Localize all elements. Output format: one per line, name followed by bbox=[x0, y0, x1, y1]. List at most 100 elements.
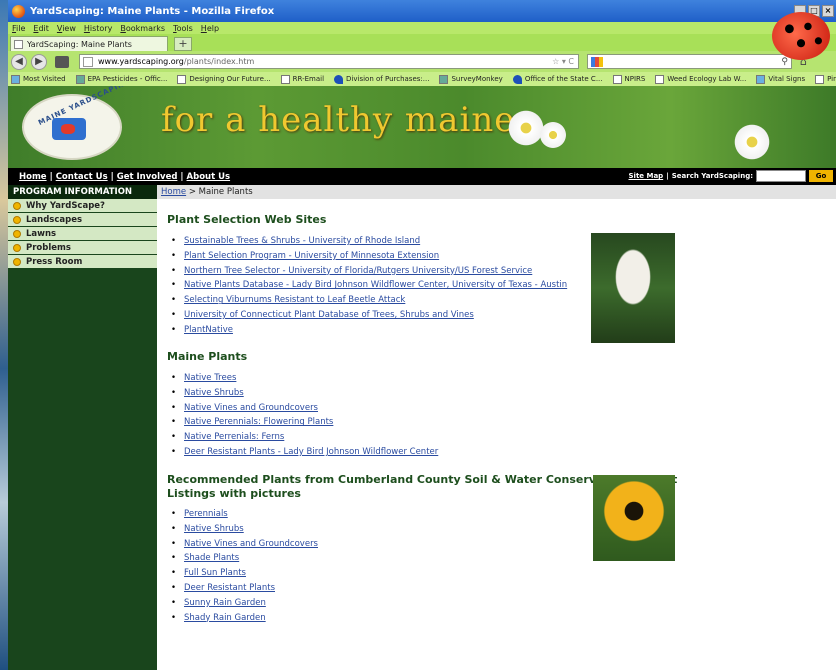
ladybug-theme-decoration bbox=[772, 12, 830, 60]
site-search-input[interactable] bbox=[756, 170, 806, 182]
site-map-link[interactable]: Site Map bbox=[629, 172, 664, 180]
search-bar[interactable]: ⚲ bbox=[587, 54, 792, 69]
firefox-icon bbox=[12, 4, 25, 18]
bookmark-epa[interactable]: EPA Pesticides - Offic... bbox=[75, 74, 167, 84]
list-item-link[interactable]: Native Vines and Groundcovers bbox=[183, 537, 318, 552]
print-icon[interactable] bbox=[55, 55, 69, 68]
sidebar: PROGRAM INFORMATION Why YardScape? Lands… bbox=[8, 185, 157, 670]
forward-button[interactable]: ▶ bbox=[31, 53, 47, 70]
nav-contact-link[interactable]: Contact Us bbox=[56, 172, 108, 182]
list-item-link[interactable]: Native Perennials: Flowering Plants bbox=[183, 415, 438, 430]
bookmarks-toolbar: Most Visited EPA Pesticides - Offic... D… bbox=[8, 72, 836, 86]
sidebar-item-label: Landscapes bbox=[26, 214, 83, 225]
menu-bookmarks[interactable]: Bookmarks bbox=[120, 24, 165, 33]
tab-strip: YardScaping: Maine Plants + bbox=[8, 34, 836, 51]
bookmark-rr-email[interactable]: RR-Email bbox=[280, 74, 325, 84]
bookmark-label: Weed Ecology Lab W... bbox=[667, 75, 747, 83]
list-item-link[interactable]: Plant Selection Program - University of … bbox=[183, 249, 567, 264]
window-title: YardScaping: Maine Plants - Mozilla Fire… bbox=[30, 5, 275, 17]
back-button[interactable]: ◀ bbox=[11, 53, 27, 70]
bookmark-label: RR-Email bbox=[292, 75, 325, 83]
menu-tools[interactable]: Tools bbox=[173, 24, 193, 33]
new-tab-button[interactable]: + bbox=[174, 37, 192, 51]
sidebar-item-problems[interactable]: Problems bbox=[8, 241, 157, 255]
bookmark-surveymonkey[interactable]: SurveyMonkey bbox=[439, 74, 503, 84]
banner-tagline: for a healthy maine bbox=[161, 100, 516, 140]
bookmark-label: NPIRS bbox=[624, 75, 646, 83]
menu-history[interactable]: History bbox=[84, 24, 112, 33]
bookmark-designing-future[interactable]: Designing Our Future... bbox=[177, 74, 271, 84]
sidebar-item-label: Press Room bbox=[26, 256, 83, 267]
epa-icon bbox=[75, 74, 85, 84]
menu-edit[interactable]: Edit bbox=[33, 24, 49, 33]
tab-label: YardScaping: Maine Plants bbox=[27, 39, 132, 49]
bookmark-weed-ecology[interactable]: Weed Ecology Lab W... bbox=[655, 74, 747, 84]
recommended-plants-links: Perennials Native Shrubs Native Vines an… bbox=[183, 507, 318, 625]
bookmark-label: Designing Our Future... bbox=[189, 75, 271, 83]
watering-can-icon bbox=[52, 118, 86, 140]
list-item-link[interactable]: Native Shrubs bbox=[183, 386, 438, 401]
white-flower-decoration bbox=[732, 122, 772, 162]
bookmark-most-visited[interactable]: Most Visited bbox=[11, 74, 66, 84]
bookmark-division-purchases[interactable]: Division of Purchases:... bbox=[334, 74, 429, 84]
bookmark-icon bbox=[612, 74, 622, 84]
google-icon[interactable] bbox=[591, 56, 603, 67]
navigation-bar: ◀ ▶ www.yardscaping.org/plants/index.htm… bbox=[8, 51, 836, 72]
list-item-link[interactable]: Deer Resistant Plants - Lady Bird Johnso… bbox=[183, 445, 438, 460]
url-controls[interactable]: ☆ ▾ C bbox=[552, 57, 578, 66]
list-item-link[interactable]: Native Trees bbox=[183, 371, 438, 386]
breadcrumb-home-link[interactable]: Home bbox=[161, 187, 186, 197]
sidebar-item-label: Why YardScape? bbox=[26, 200, 105, 211]
menu-help[interactable]: Help bbox=[201, 24, 219, 33]
list-item-link[interactable]: Northern Tree Selector - University of F… bbox=[183, 264, 567, 279]
bookmark-pine-pest[interactable]: Pine Pest Partners S bbox=[815, 74, 836, 84]
sidebar-item-label: Lawns bbox=[26, 228, 57, 239]
list-item-link[interactable]: Native Vines and Groundcovers bbox=[183, 401, 438, 416]
bookmark-label: Most Visited bbox=[23, 75, 66, 83]
maine-plants-links: Native Trees Native Shrubs Native Vines … bbox=[183, 371, 438, 460]
bookmark-icon bbox=[815, 74, 825, 84]
sidebar-item-landscapes[interactable]: Landscapes bbox=[8, 213, 157, 227]
list-item-link[interactable]: Native Perrenials: Ferns bbox=[183, 430, 438, 445]
list-item-link[interactable]: Full Sun Plants bbox=[183, 566, 318, 581]
list-item-link[interactable]: University of Connecticut Plant Database… bbox=[183, 308, 567, 323]
sidebar-item-why-yardscape[interactable]: Why YardScape? bbox=[8, 199, 157, 213]
list-item-link[interactable]: Sunny Rain Garden bbox=[183, 596, 318, 611]
bookmark-vital-signs[interactable]: Vital Signs bbox=[756, 74, 806, 84]
drop-icon bbox=[512, 74, 522, 84]
bookmark-icon bbox=[756, 74, 766, 84]
site-banner: MAINE YARDSCAPING for a healthy maine bbox=[8, 86, 836, 168]
list-item-link[interactable]: Deer Resistant Plants bbox=[183, 581, 318, 596]
section-title-maine-plants: Maine Plants bbox=[167, 350, 248, 363]
nav-home-link[interactable]: Home bbox=[19, 172, 47, 182]
list-item-link[interactable]: Perennials bbox=[183, 507, 318, 522]
sidebar-heading: PROGRAM INFORMATION bbox=[8, 185, 157, 199]
page-icon bbox=[83, 56, 93, 67]
list-item-link[interactable]: Selecting Viburnums Resistant to Leaf Be… bbox=[183, 293, 567, 308]
bookmark-label: SurveyMonkey bbox=[451, 75, 503, 83]
bookmark-label: Vital Signs bbox=[768, 75, 806, 83]
nav-about-link[interactable]: About Us bbox=[187, 172, 231, 182]
breadcrumb: Home > Maine Plants bbox=[157, 185, 836, 199]
go-button[interactable]: Go bbox=[809, 170, 833, 182]
bookmark-office-state[interactable]: Office of the State C... bbox=[512, 74, 603, 84]
sidebar-item-press-room[interactable]: Press Room bbox=[8, 255, 157, 269]
url-bar[interactable]: www.yardscaping.org/plants/index.htm ☆ ▾… bbox=[79, 54, 579, 69]
section-title-plant-selection: Plant Selection Web Sites bbox=[167, 213, 327, 226]
menu-file[interactable]: File bbox=[12, 24, 25, 33]
list-item-link[interactable]: Sustainable Trees & Shrubs - University … bbox=[183, 234, 567, 249]
list-item-link[interactable]: PlantNative bbox=[183, 323, 567, 338]
list-item-link[interactable]: Shady Rain Garden bbox=[183, 611, 318, 626]
list-item-link[interactable]: Native Shrubs bbox=[183, 522, 318, 537]
bookmark-npirs[interactable]: NPIRS bbox=[612, 74, 646, 84]
list-item-link[interactable]: Native Plants Database - Lady Bird Johns… bbox=[183, 278, 567, 293]
tab-yardscaping[interactable]: YardScaping: Maine Plants bbox=[10, 36, 168, 51]
nav-get-involved-link[interactable]: Get Involved bbox=[117, 172, 178, 182]
url-path: /plants/index.htm bbox=[183, 57, 255, 66]
bullet-icon bbox=[13, 243, 21, 252]
close-button[interactable]: × bbox=[822, 5, 834, 17]
sidebar-item-lawns[interactable]: Lawns bbox=[8, 227, 157, 241]
site-search-area: Site Map | Search YardScaping: Go bbox=[629, 170, 833, 182]
menu-view[interactable]: View bbox=[57, 24, 76, 33]
list-item-link[interactable]: Shade Plants bbox=[183, 551, 318, 566]
